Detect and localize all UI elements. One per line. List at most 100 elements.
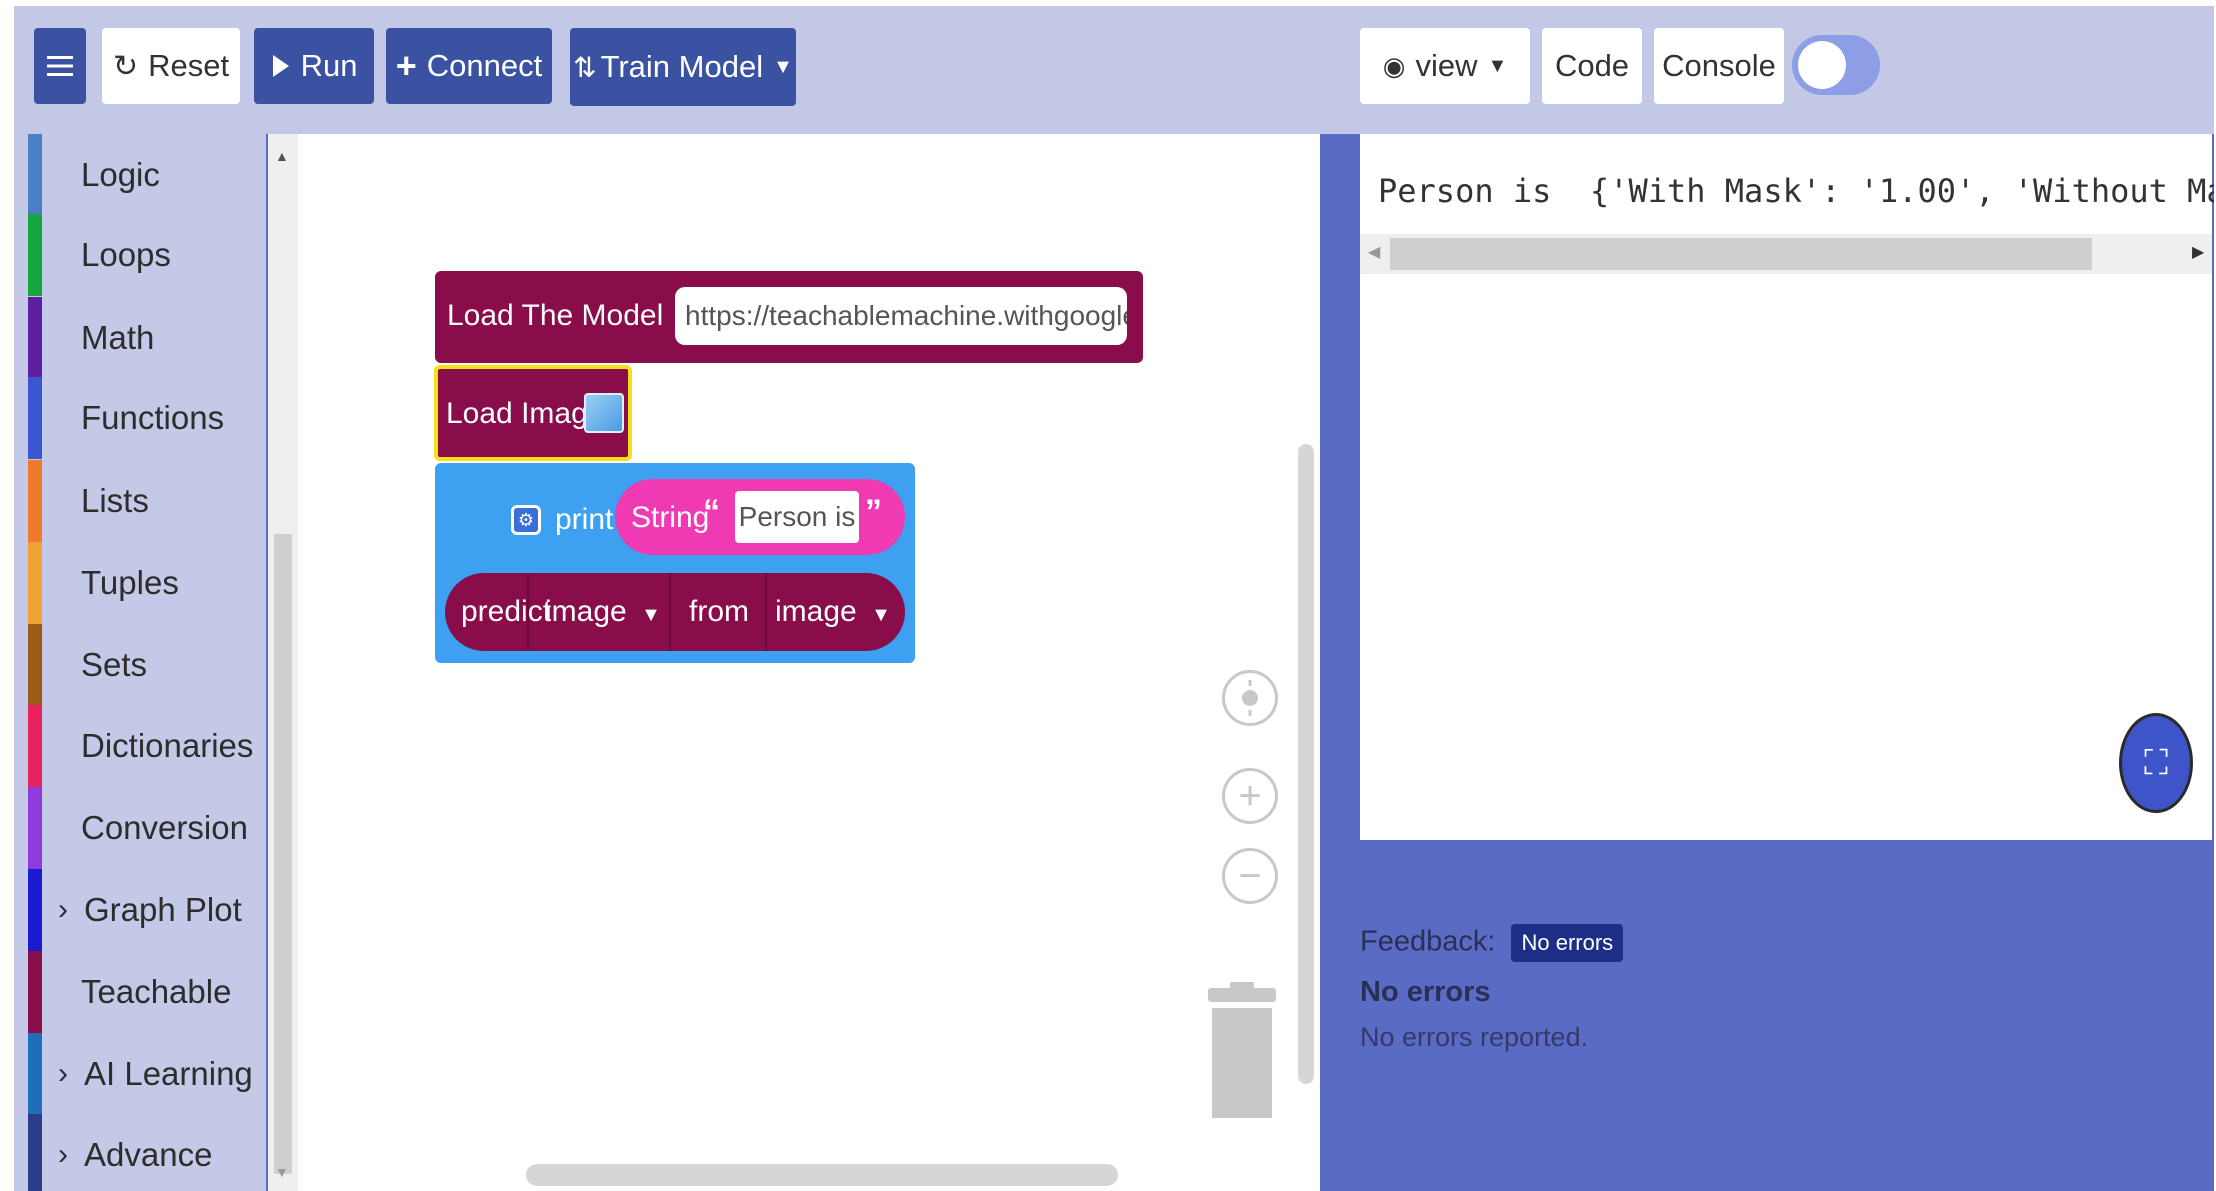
sidebar-item-lists[interactable]: Lists <box>14 460 266 542</box>
code-label: Code <box>1554 48 1630 83</box>
sidebar-scrollbar[interactable]: ▲ ▼ <box>268 134 298 1191</box>
sidebar-item-loops[interactable]: Loops <box>14 214 266 296</box>
connect-button[interactable]: + Connect <box>386 28 552 104</box>
scroll-up-icon[interactable]: ▲ <box>275 148 289 164</box>
gear-icon[interactable]: ⚙ <box>511 505 541 535</box>
feedback-message: No errors reported. <box>1360 1022 1589 1052</box>
refresh-icon: ↻ <box>112 49 139 83</box>
category-color-bar <box>28 542 42 624</box>
scrollbar-thumb[interactable] <box>274 534 292 1174</box>
menu-button[interactable] <box>34 28 86 104</box>
chevron-down-icon: ▼ <box>641 604 661 626</box>
eye-icon: ◉ <box>1382 50 1406 81</box>
sidebar-item-label: Teachable <box>81 973 232 1010</box>
divider <box>765 573 767 651</box>
predict-arg2-label: image <box>775 595 857 628</box>
load-model-label: Load The Model <box>447 299 664 332</box>
category-color-bar <box>28 1114 42 1191</box>
divider <box>669 573 671 651</box>
zoom-out-icon[interactable]: − <box>1222 848 1278 904</box>
workspace-horizontal-scrollbar[interactable] <box>526 1164 1118 1186</box>
train-model-label: Train Model <box>600 49 764 84</box>
status-badge: No errors <box>1511 924 1624 962</box>
sidebar-item-conversion[interactable]: Conversion <box>14 787 266 869</box>
sidebar-item-label: Lists <box>81 482 149 519</box>
view-label: view <box>1415 48 1478 83</box>
sidebar-item-label: Conversion <box>81 809 248 846</box>
sidebar-item-logic[interactable]: Logic <box>14 134 266 216</box>
category-color-bar <box>28 460 42 542</box>
chevron-down-icon: ▼ <box>1487 54 1508 77</box>
category-color-bar <box>28 1033 42 1115</box>
recenter-icon[interactable] <box>1222 670 1278 726</box>
print-label: print <box>555 503 614 536</box>
connect-label: Connect <box>426 48 543 83</box>
workspace-vertical-scrollbar[interactable] <box>1298 444 1314 1084</box>
sidebar-item-math[interactable]: Math <box>14 297 266 379</box>
trash-icon[interactable] <box>1204 982 1280 1120</box>
chevron-right-icon: › <box>58 893 68 926</box>
sidebar-item-advance[interactable]: › Advance <box>14 1114 266 1191</box>
chevron-down-icon: ▼ <box>773 55 793 78</box>
console-button[interactable]: Console <box>1654 28 1784 104</box>
sidebar-item-ai-learning[interactable]: › AI Learning <box>14 1033 266 1115</box>
divider <box>527 573 529 651</box>
chevron-right-icon: › <box>58 1057 68 1090</box>
close-quote-icon: ” <box>865 493 882 531</box>
view-dropdown[interactable]: ◉ view ▼ <box>1360 28 1530 104</box>
console-toggle[interactable] <box>1792 35 1880 95</box>
category-sidebar: Logic Loops Math Functions Lists Tuples Sets Di… <box>14 134 266 1191</box>
train-model-button[interactable]: ⇅ Train Model ▼ <box>570 28 796 106</box>
string-label: String <box>631 501 710 534</box>
sidebar-item-label: Math <box>81 319 155 356</box>
feedback-label: Feedback: <box>1360 925 1496 958</box>
sidebar-item-label: AI Learning <box>84 1055 253 1092</box>
top-toolbar: ↻ Reset Run + Connect ⇅ Train Model ▼ ◉ … <box>14 6 2214 134</box>
play-icon <box>271 53 291 79</box>
predict-source-dropdown[interactable]: image ▼ <box>775 595 891 629</box>
predict-arg1-label: image <box>545 595 627 628</box>
scroll-left-icon[interactable]: ◀ <box>1368 242 1380 262</box>
chevron-down-icon: ▼ <box>871 604 891 626</box>
feedback-title: No errors <box>1360 976 1491 1008</box>
sidebar-item-label: Functions <box>81 399 225 436</box>
print-block[interactable]: ⚙ print String “ Person is ” predict ima… <box>435 463 915 663</box>
run-button[interactable]: Run <box>254 28 374 104</box>
console-horizontal-scrollbar[interactable]: ◀ ▶ <box>1360 234 2212 274</box>
predict-image-dropdown[interactable]: image ▼ <box>545 595 661 629</box>
from-label: from <box>689 595 749 628</box>
category-color-bar <box>28 951 42 1033</box>
string-block[interactable]: String “ Person is ” <box>615 479 905 555</box>
predict-block[interactable]: predict image ▼ from image ▼ <box>445 573 905 651</box>
reset-button[interactable]: ↻ Reset <box>102 28 240 104</box>
load-image-block[interactable]: Load Image <box>434 365 632 461</box>
sidebar-item-functions[interactable]: Functions <box>14 377 266 459</box>
category-color-bar <box>28 787 42 869</box>
sidebar-item-label: Graph Plot <box>84 891 242 928</box>
category-color-bar <box>28 134 42 216</box>
predict-label: predict <box>461 595 552 628</box>
load-model-block[interactable]: Load The Model https://teachablemachine.… <box>435 271 1143 363</box>
sidebar-item-label: Logic <box>81 156 160 193</box>
scroll-down-icon[interactable]: ▼ <box>275 1164 289 1180</box>
sidebar-item-dictionaries[interactable]: Dictionaries <box>14 705 266 787</box>
sidebar-item-graph-plot[interactable]: › Graph Plot <box>14 869 266 951</box>
string-value-field[interactable]: Person is <box>735 491 859 543</box>
category-color-bar <box>28 869 42 951</box>
zoom-in-icon[interactable]: + <box>1222 768 1278 824</box>
image-icon[interactable] <box>584 393 624 433</box>
code-button[interactable]: Code <box>1542 28 1642 104</box>
scrollbar-thumb[interactable] <box>1390 238 2092 270</box>
scroll-right-icon[interactable]: ▶ <box>2192 242 2204 262</box>
model-url-field[interactable]: https://teachablemachine.withgoogle.co..… <box>675 287 1127 345</box>
expand-icon[interactable]: ⛶ <box>2119 713 2193 813</box>
app-window: ↻ Reset Run + Connect ⇅ Train Model ▼ ◉ … <box>14 6 2214 1191</box>
sidebar-item-teachable[interactable]: Teachable <box>14 951 266 1033</box>
sidebar-item-sets[interactable]: Sets <box>14 624 266 706</box>
chevron-right-icon: › <box>58 1138 68 1171</box>
category-color-bar <box>28 377 42 459</box>
run-label: Run <box>300 48 358 83</box>
blocks-workspace[interactable]: Load The Model https://teachablemachine.… <box>298 134 1320 1191</box>
sidebar-item-tuples[interactable]: Tuples <box>14 542 266 624</box>
sidebar-item-label: Sets <box>81 646 148 683</box>
